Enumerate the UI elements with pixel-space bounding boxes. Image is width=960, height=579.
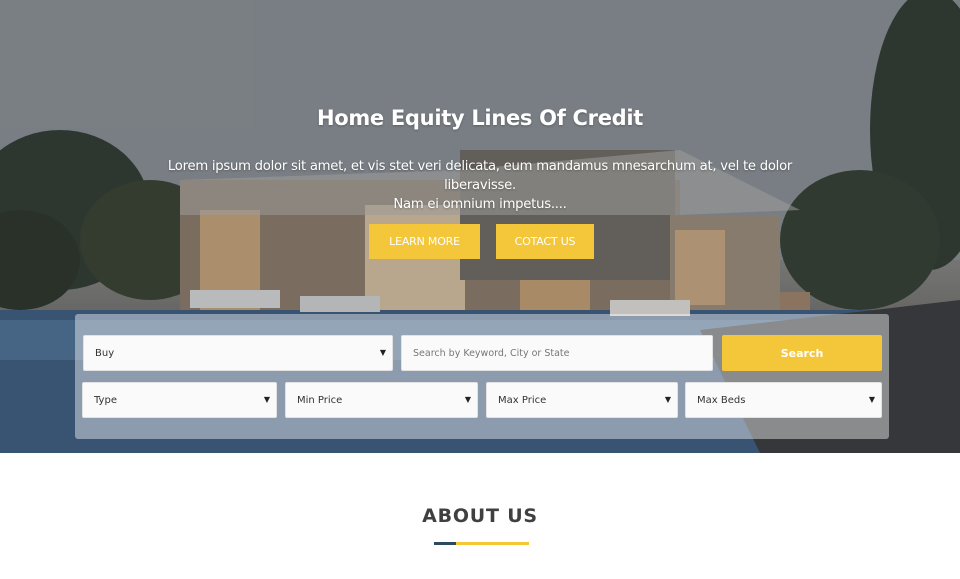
- hero-subtitle-line-1: Lorem ipsum dolor sit amet, et vis stet …: [167, 159, 793, 193]
- caret-down-icon: ▼: [263, 395, 270, 404]
- heading-underline: [456, 542, 529, 545]
- max-beds-select[interactable]: Max Beds ▼: [685, 382, 882, 418]
- min-price-value: Min Price: [297, 394, 343, 406]
- listing-status-value: Buy: [95, 347, 115, 359]
- learn-more-button[interactable]: LEARN MORE: [369, 224, 480, 259]
- caret-down-icon: ▼: [868, 395, 875, 404]
- caret-down-icon: ▼: [379, 348, 386, 357]
- min-price-select[interactable]: Min Price ▼: [285, 382, 478, 418]
- caret-down-icon: ▼: [464, 395, 471, 404]
- property-type-value: Type: [94, 394, 117, 406]
- contact-us-button[interactable]: COTACT US: [496, 224, 594, 259]
- keyword-search-input[interactable]: Search by Keyword, City or State: [401, 335, 713, 371]
- hero-subtitle-line-2: Nam ei omnium impetus....: [393, 197, 567, 212]
- hero-subtitle: Lorem ipsum dolor sit amet, et vis stet …: [140, 157, 820, 214]
- hero-title: Home Equity Lines Of Credit: [316, 106, 644, 130]
- listing-status-select[interactable]: Buy ▼: [83, 335, 393, 371]
- keyword-search-placeholder: Search by Keyword, City or State: [413, 347, 570, 359]
- max-price-select[interactable]: Max Price ▼: [486, 382, 678, 418]
- property-type-select[interactable]: Type ▼: [82, 382, 277, 418]
- hero-section: Home Equity Lines Of Credit Lorem ipsum …: [0, 0, 960, 453]
- max-price-value: Max Price: [498, 394, 547, 406]
- heading-underline-accent: [434, 542, 456, 545]
- caret-down-icon: ▼: [664, 395, 671, 404]
- property-search-panel: Buy ▼ Search by Keyword, City or State S…: [75, 314, 889, 439]
- search-button[interactable]: Search: [722, 335, 882, 371]
- about-us-heading: ABOUT US: [422, 505, 538, 527]
- max-beds-value: Max Beds: [697, 394, 746, 406]
